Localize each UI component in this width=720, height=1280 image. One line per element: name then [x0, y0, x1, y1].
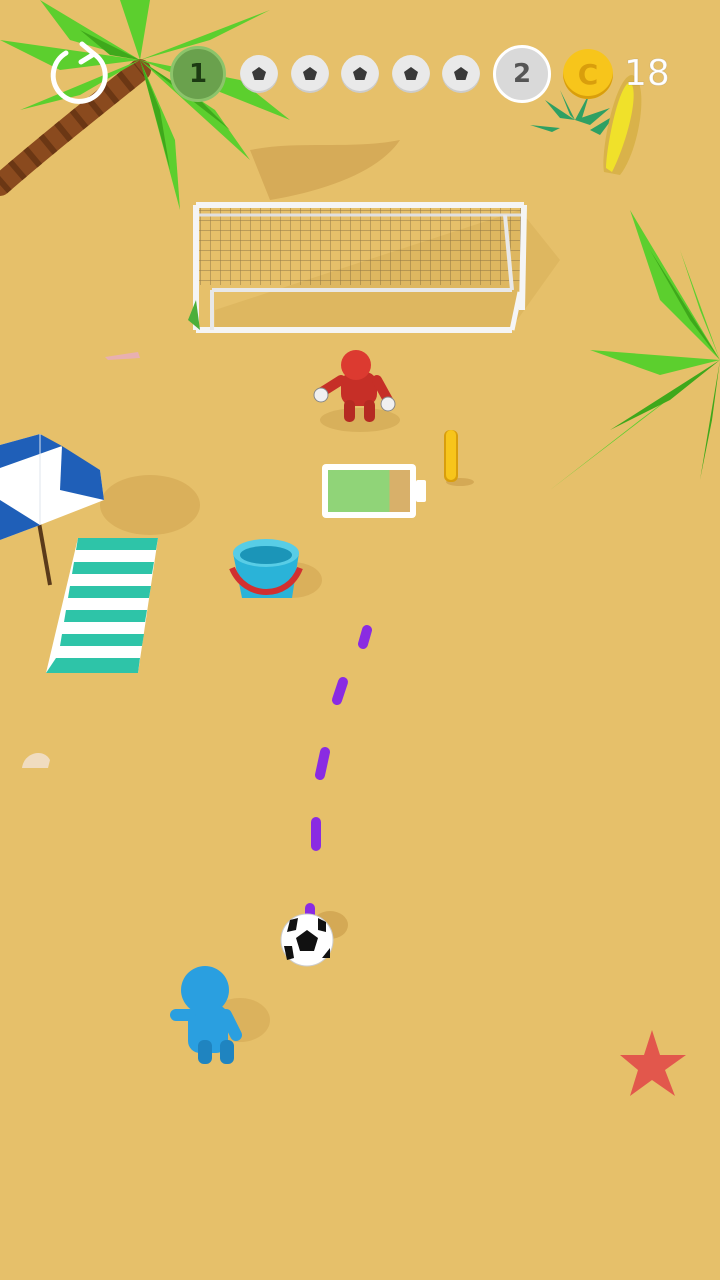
restart-button[interactable] — [48, 40, 114, 106]
coin-icon: C — [563, 49, 613, 99]
restart-icon — [50, 41, 108, 104]
stage-dot — [290, 55, 329, 93]
level-badge-completed: 1 — [170, 46, 226, 102]
level-number: 1 — [188, 59, 208, 89]
beach-pitch[interactable] — [0, 0, 720, 1280]
coin-count: 18 — [624, 53, 671, 95]
top-hud: 1 2 C 18 — [0, 0, 720, 140]
stage-dot — [391, 55, 430, 93]
level-number: 2 — [512, 59, 532, 89]
game-stage[interactable]: 1 2 C 18 — [0, 0, 720, 1280]
stage-dot — [442, 55, 480, 93]
goalkeeper-energy-bar — [322, 464, 426, 518]
level-badge-next: 2 — [493, 45, 551, 103]
stage-dot — [240, 55, 278, 93]
stage-dot — [341, 55, 379, 93]
